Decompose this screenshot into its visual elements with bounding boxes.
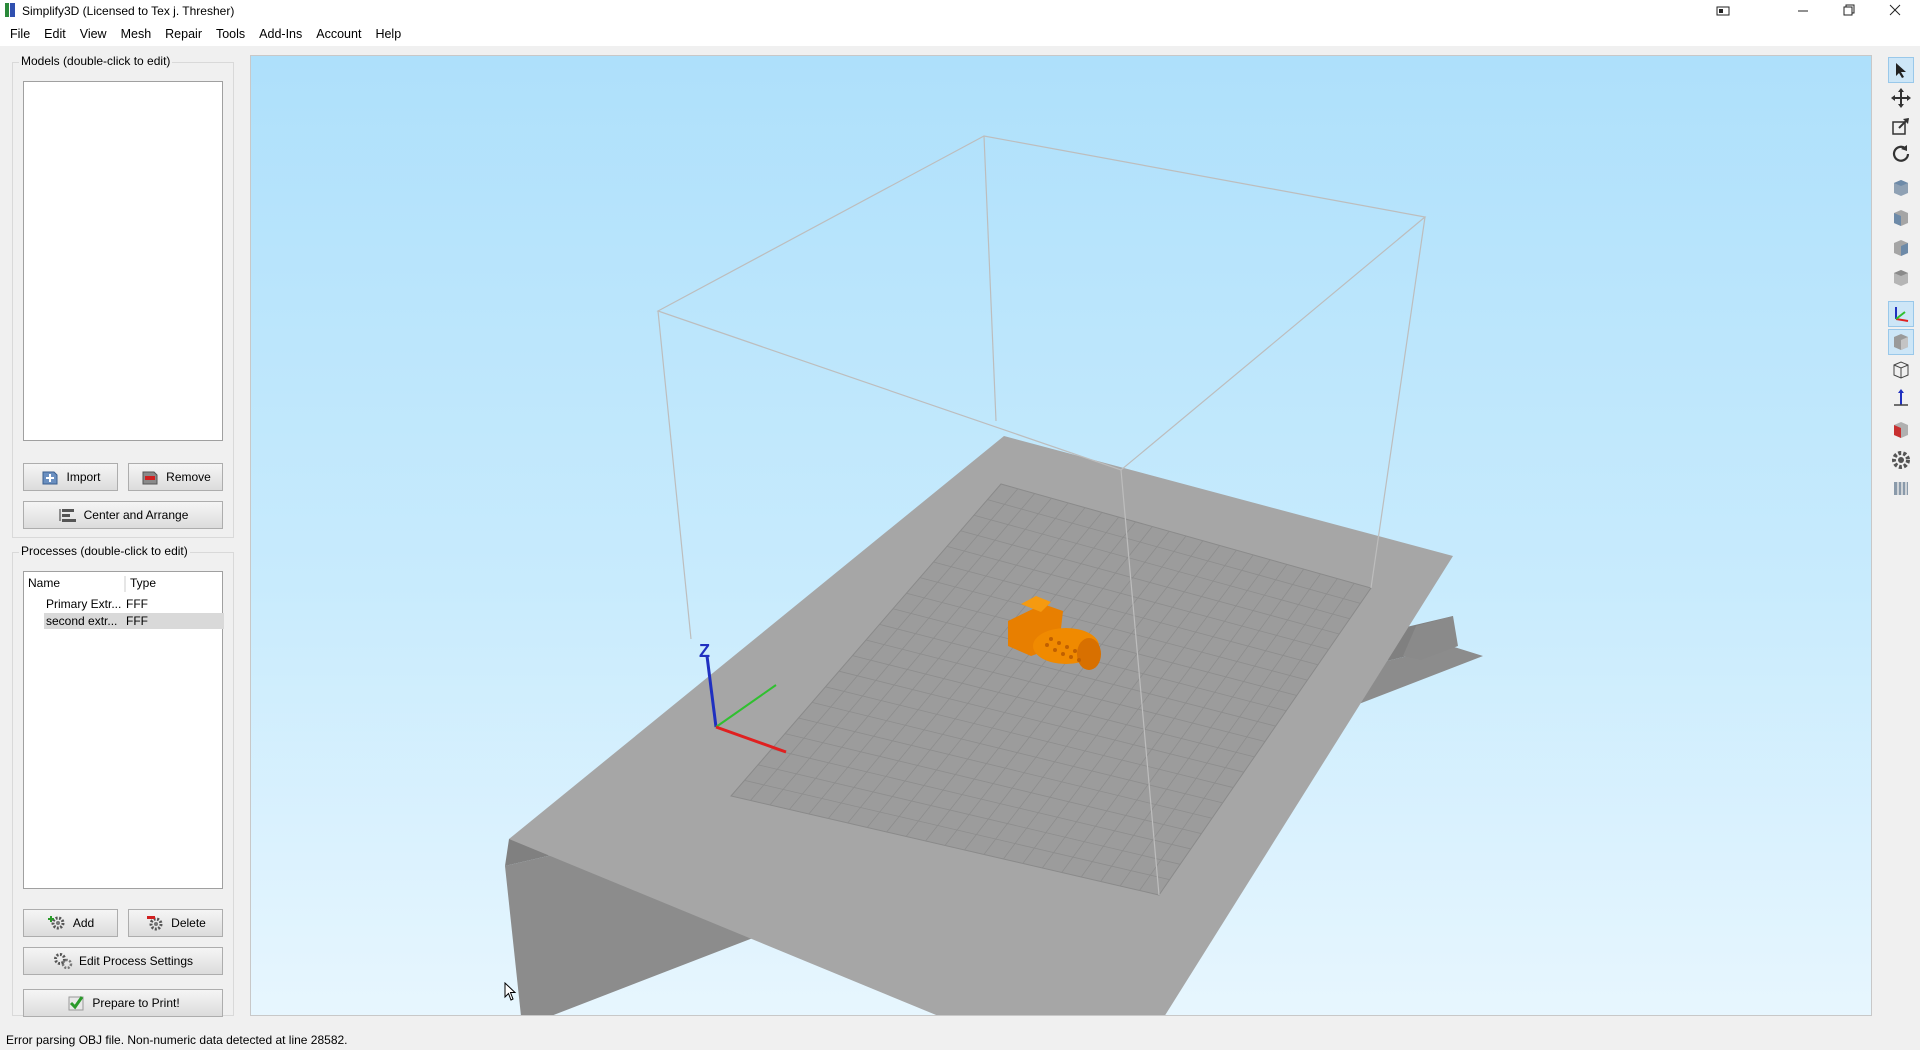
remove-icon: [142, 471, 158, 485]
arrange-icon: [59, 509, 76, 522]
menu-bar: File Edit View Mesh Repair Tools Add-Ins…: [0, 22, 1920, 46]
menu-repair[interactable]: Repair: [158, 22, 209, 46]
status-bar: Error parsing OBJ file. Non-numeric data…: [0, 1030, 1920, 1050]
delete-gear-icon: [147, 916, 163, 931]
minimize-icon[interactable]: [1780, 0, 1826, 22]
center-and-arrange-label: Center and Arrange: [83, 508, 189, 522]
move-icon[interactable]: [1888, 85, 1914, 111]
scene: Z: [505, 135, 1483, 1015]
scale-icon[interactable]: [1888, 113, 1914, 139]
snap-icon[interactable]: [1700, 0, 1746, 22]
3d-viewport[interactable]: Z: [250, 55, 1872, 1016]
view-top-icon[interactable]: [1888, 235, 1914, 261]
select-icon[interactable]: [1888, 57, 1914, 83]
view-front-icon[interactable]: [1888, 205, 1914, 231]
processes-group: Processes (double-click to edit) Name Ty…: [12, 544, 234, 1017]
cross-section-icon[interactable]: [1888, 417, 1914, 443]
processes-list-header: Name Type: [28, 576, 224, 592]
wireframe-icon[interactable]: [1888, 357, 1914, 383]
process-type: FFF: [126, 614, 148, 628]
menu-edit[interactable]: Edit: [37, 22, 73, 46]
import-button[interactable]: Import: [23, 463, 118, 491]
status-message: Error parsing OBJ file. Non-numeric data…: [6, 1033, 348, 1047]
menu-account[interactable]: Account: [309, 22, 368, 46]
column-header-name[interactable]: Name: [28, 576, 60, 590]
remove-button[interactable]: Remove: [128, 463, 223, 491]
window-title: Simplify3D (Licensed to Tex j. Thresher): [22, 4, 235, 18]
remove-label: Remove: [166, 470, 211, 484]
layers-icon[interactable]: [1888, 475, 1914, 501]
edit-process-settings-button[interactable]: Edit Process Settings: [23, 947, 223, 975]
import-icon: [42, 471, 58, 485]
menu-help[interactable]: Help: [368, 22, 408, 46]
view-side-icon[interactable]: [1888, 265, 1914, 291]
processes-group-label: Processes (double-click to edit): [19, 544, 190, 558]
settings-gear-icon[interactable]: [1888, 447, 1914, 473]
close-icon[interactable]: [1872, 0, 1918, 22]
menu-file[interactable]: File: [3, 22, 37, 46]
add-process-button[interactable]: Add: [23, 909, 118, 937]
column-divider: [124, 576, 126, 592]
axes-icon[interactable]: [1888, 301, 1914, 327]
view-toolbar: [1882, 55, 1920, 525]
center-and-arrange-button[interactable]: Center and Arrange: [23, 501, 223, 529]
normals-icon[interactable]: [1888, 385, 1914, 411]
view-default-icon[interactable]: [1888, 175, 1914, 201]
process-name: second extr...: [46, 614, 118, 628]
checkmark-icon: [68, 996, 84, 1011]
left-panel: Models (double-click to edit) Import Rem…: [0, 46, 248, 1018]
z-axis-label: Z: [699, 641, 710, 661]
process-row-selected[interactable]: second extr... FFF: [44, 613, 224, 629]
process-row[interactable]: Primary Extr... FFF: [44, 596, 224, 612]
delete-label: Delete: [171, 916, 206, 930]
import-label: Import: [66, 470, 101, 484]
mouse-cursor-icon: [504, 982, 517, 1001]
add-label: Add: [72, 916, 95, 930]
add-gear-icon: [47, 916, 65, 930]
menu-mesh[interactable]: Mesh: [114, 22, 159, 46]
models-group: Models (double-click to edit) Import Rem…: [12, 54, 234, 538]
processes-list[interactable]: Name Type Primary Extr... FFF second ext…: [23, 571, 224, 889]
title-bar: Simplify3D (Licensed to Tex j. Thresher): [0, 0, 1920, 22]
menu-tools[interactable]: Tools: [209, 22, 252, 46]
menu-add-ins[interactable]: Add-Ins: [252, 22, 309, 46]
app-logo-icon: [5, 3, 15, 17]
delete-process-button[interactable]: Delete: [128, 909, 223, 937]
solid-view-icon[interactable]: [1888, 329, 1914, 355]
column-header-type[interactable]: Type: [130, 576, 156, 590]
prepare-to-print-button[interactable]: Prepare to Print!: [23, 989, 223, 1017]
restore-icon[interactable]: [1826, 0, 1872, 22]
rotate-icon[interactable]: [1888, 141, 1914, 167]
models-list[interactable]: [23, 81, 223, 441]
prepare-to-print-label: Prepare to Print!: [92, 996, 180, 1010]
menu-view[interactable]: View: [73, 22, 114, 46]
gears-icon: [53, 953, 73, 970]
edit-process-settings-label: Edit Process Settings: [78, 954, 194, 968]
models-group-label: Models (double-click to edit): [19, 54, 173, 68]
process-name: Primary Extr...: [46, 597, 122, 611]
process-type: FFF: [126, 597, 148, 611]
